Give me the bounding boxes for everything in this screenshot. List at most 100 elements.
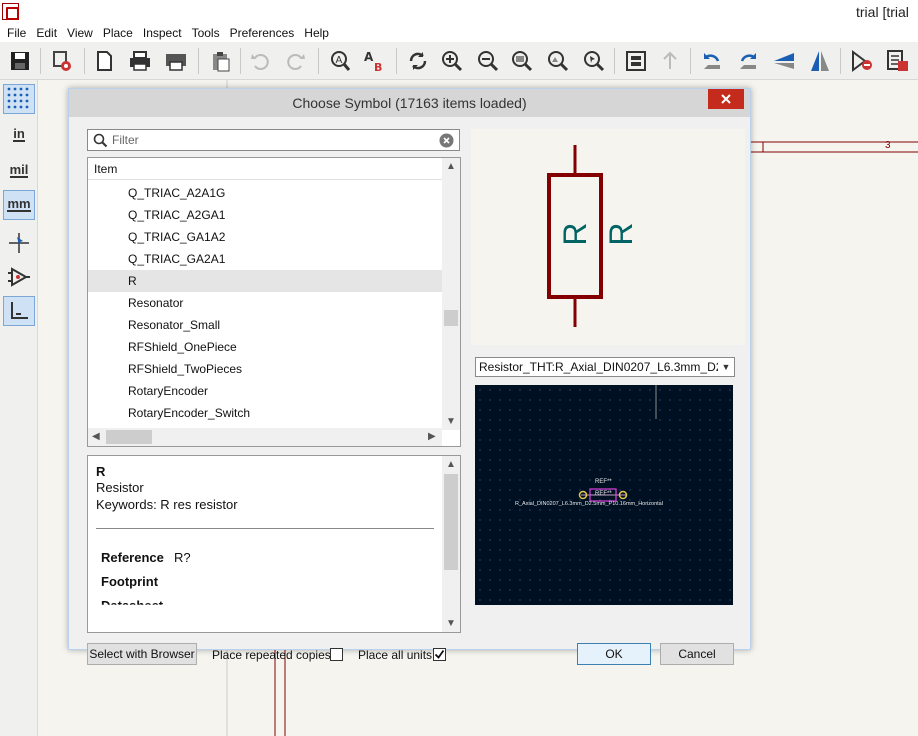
rotate-ccw-icon[interactable] bbox=[698, 47, 726, 75]
leave-sheet-icon[interactable] bbox=[656, 47, 684, 75]
menu-view[interactable]: View bbox=[62, 24, 98, 42]
find-icon[interactable]: A bbox=[326, 47, 354, 75]
zoom-in-icon[interactable] bbox=[438, 47, 466, 75]
menu-preferences[interactable]: Preferences bbox=[225, 24, 300, 42]
dialog-close-button[interactable] bbox=[708, 89, 744, 109]
details-divider bbox=[96, 528, 434, 529]
mirror-vertical-icon[interactable] bbox=[770, 47, 798, 75]
details-scrollbar[interactable]: ▲ ▼ bbox=[442, 456, 460, 632]
menu-help[interactable]: Help bbox=[299, 24, 334, 42]
tree-row[interactable]: RFShield_OnePiece bbox=[88, 336, 442, 358]
menu-file[interactable]: File bbox=[2, 24, 31, 42]
rotate-cw-icon[interactable] bbox=[734, 47, 762, 75]
details-footprint-label: Footprint bbox=[101, 574, 159, 589]
footprint-ref-label: REF** bbox=[595, 479, 612, 485]
details-name: R bbox=[96, 464, 106, 479]
horizontal-scroll-thumb[interactable] bbox=[106, 430, 152, 444]
mirror-horizontal-icon[interactable] bbox=[806, 47, 834, 75]
details-description: Resistor bbox=[96, 480, 144, 495]
page-settings-icon[interactable] bbox=[90, 47, 118, 75]
filter-input[interactable] bbox=[112, 132, 432, 148]
wire-angle-icon[interactable] bbox=[3, 296, 35, 326]
paste-icon[interactable] bbox=[206, 47, 234, 75]
tree-horizontal-scrollbar[interactable]: ◀ ▶ bbox=[88, 428, 442, 446]
sheet-border-label: 3 bbox=[885, 140, 891, 151]
print-icon[interactable] bbox=[126, 47, 154, 75]
scroll-right-icon[interactable]: ▶ bbox=[428, 431, 436, 442]
tree-row[interactable]: Q_TRIAC_GA1A2 bbox=[88, 226, 442, 248]
footprint-dropdown-value: Resistor_THT:R_Axial_DIN0207_L6.3mm_D2.5… bbox=[479, 360, 735, 374]
svg-text:A: A bbox=[336, 55, 343, 66]
dialog-title: Choose Symbol (17163 items loaded) bbox=[292, 95, 527, 111]
units-inch-label: in bbox=[13, 126, 25, 142]
details-scroll-down-icon[interactable]: ▼ bbox=[446, 618, 456, 629]
footprint-ref-inner: REF** bbox=[595, 491, 612, 497]
save-icon[interactable] bbox=[6, 47, 34, 75]
place-repeated-label: Place repeated copies bbox=[212, 648, 331, 662]
tree-row-label: RFShield_OnePiece bbox=[128, 340, 237, 354]
window-title: trial [trial bbox=[856, 4, 909, 20]
refresh-icon[interactable] bbox=[404, 47, 432, 75]
zoom-fit-icon[interactable] bbox=[508, 47, 536, 75]
tree-row[interactable]: Q_TRIAC_A2GA1 bbox=[88, 204, 442, 226]
footprint-name-label: R_Axial_DIN0207_L6.3mm_D2.5mm_P10.16mm_H… bbox=[515, 501, 663, 507]
hidden-pins-icon[interactable] bbox=[3, 262, 35, 292]
clear-filter-icon[interactable] bbox=[439, 133, 454, 148]
select-with-browser-button[interactable]: Select with Browser bbox=[87, 643, 197, 665]
left-toolbar: in mil mm bbox=[0, 80, 38, 736]
tree-row[interactable]: RotaryEncoder bbox=[88, 380, 442, 402]
schematic-setup-icon[interactable] bbox=[48, 47, 76, 75]
tree-row[interactable]: Resonator_Small bbox=[88, 314, 442, 336]
footprint-dropdown[interactable]: Resistor_THT:R_Axial_DIN0207_L6.3mm_D2.5… bbox=[475, 357, 735, 377]
menu-inspect[interactable]: Inspect bbox=[138, 24, 187, 42]
plot-icon[interactable] bbox=[162, 47, 190, 75]
details-scroll-thumb[interactable] bbox=[444, 474, 458, 570]
details-scroll-up-icon[interactable]: ▲ bbox=[446, 459, 456, 470]
menu-tools[interactable]: Tools bbox=[187, 24, 225, 42]
menu-bar: File Edit View Place Inspect Tools Prefe… bbox=[0, 24, 918, 42]
place-repeated-checkbox[interactable] bbox=[330, 648, 343, 661]
erc-icon[interactable] bbox=[848, 47, 876, 75]
scroll-left-icon[interactable]: ◀ bbox=[92, 431, 100, 442]
symbol-preview: R R bbox=[471, 129, 745, 345]
zoom-selection-icon[interactable] bbox=[580, 47, 608, 75]
units-mm-button[interactable]: mm bbox=[3, 190, 35, 220]
place-all-units-label: Place all units bbox=[358, 648, 433, 662]
hierarchy-navigator-icon[interactable] bbox=[622, 47, 650, 75]
ok-button[interactable]: OK bbox=[577, 643, 651, 665]
find-replace-icon[interactable]: AB bbox=[360, 47, 388, 75]
tree-vertical-scrollbar[interactable]: ▲ ▼ bbox=[442, 158, 460, 430]
vertical-scroll-thumb[interactable] bbox=[444, 310, 458, 326]
redo-icon[interactable] bbox=[282, 47, 310, 75]
undo-icon[interactable] bbox=[246, 47, 274, 75]
tree-row[interactable]: Resonator bbox=[88, 292, 442, 314]
grid-toggle-icon[interactable] bbox=[3, 84, 35, 114]
choose-symbol-dialog: Choose Symbol (17163 items loaded) Item … bbox=[68, 88, 751, 665]
title-bar: trial [trial bbox=[0, 0, 918, 24]
scroll-down-icon[interactable]: ▼ bbox=[446, 416, 456, 427]
chevron-down-icon[interactable]: ▼ bbox=[718, 358, 734, 376]
tree-row-selected[interactable]: R bbox=[88, 270, 442, 292]
zoom-objects-icon[interactable] bbox=[544, 47, 572, 75]
dialog-titlebar: Choose Symbol (17163 items loaded) bbox=[69, 89, 750, 117]
tree-row[interactable]: RFShield_TwoPieces bbox=[88, 358, 442, 380]
cancel-button[interactable]: Cancel bbox=[660, 643, 734, 665]
tree-row-label: Q_TRIAC_A2GA1 bbox=[128, 208, 226, 222]
menu-place[interactable]: Place bbox=[98, 24, 138, 42]
checkmark-icon bbox=[434, 649, 445, 659]
menu-edit[interactable]: Edit bbox=[31, 24, 62, 42]
zoom-out-icon[interactable] bbox=[474, 47, 502, 75]
tree-row-label: Q_TRIAC_GA1A2 bbox=[128, 230, 226, 244]
tree-row[interactable]: Q_TRIAC_A2A1G bbox=[88, 182, 442, 204]
scroll-up-icon[interactable]: ▲ bbox=[446, 161, 456, 172]
tree-row-label: Resonator_Small bbox=[128, 318, 221, 332]
tree-row[interactable]: RotaryEncoder_Switch bbox=[88, 402, 442, 424]
place-all-units-checkbox[interactable] bbox=[433, 648, 446, 661]
units-inch-button[interactable]: in bbox=[3, 120, 35, 150]
tree-row[interactable]: Q_TRIAC_GA2A1 bbox=[88, 248, 442, 270]
tree-row-label: Resonator bbox=[128, 296, 184, 310]
symbol-reference-text: R bbox=[557, 222, 593, 246]
units-mil-button[interactable]: mil bbox=[3, 156, 35, 186]
bom-icon[interactable] bbox=[884, 47, 912, 75]
cursor-crosshair-icon[interactable] bbox=[3, 228, 35, 258]
